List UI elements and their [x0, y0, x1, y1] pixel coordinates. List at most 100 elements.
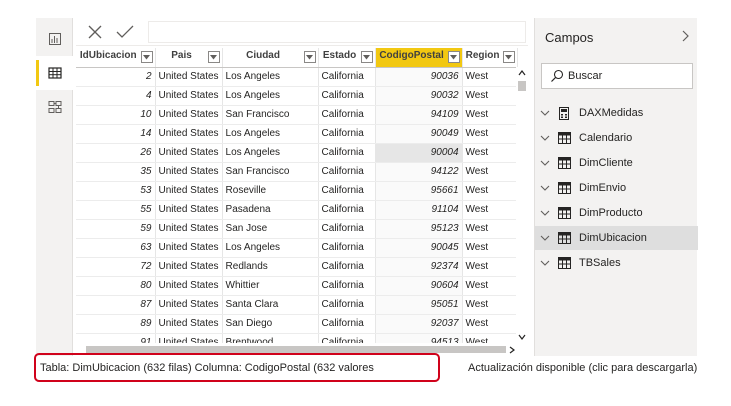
table-cell[interactable]: United States	[155, 238, 223, 258]
table-cell[interactable]: California	[318, 86, 376, 106]
table-cell[interactable]: United States	[155, 276, 223, 296]
table-cell[interactable]: 87	[76, 295, 156, 315]
collapse-fields-button[interactable]	[677, 28, 693, 44]
expand-chevron[interactable]	[538, 260, 552, 266]
table-cell[interactable]: United States	[155, 105, 223, 125]
table-cell[interactable]: California	[318, 314, 376, 334]
scroll-down-icon[interactable]	[518, 333, 526, 341]
table-cell[interactable]: United States	[155, 219, 223, 239]
data-view-button[interactable]	[36, 56, 73, 90]
table-cell[interactable]: Whittier	[222, 276, 319, 296]
table-cell[interactable]: 90036	[375, 67, 463, 87]
table-cell[interactable]: California	[318, 181, 376, 201]
expand-chevron[interactable]	[538, 135, 552, 141]
formula-input[interactable]	[148, 21, 526, 43]
field-item[interactable]: DimEnvio	[535, 176, 698, 200]
table-cell[interactable]: 80	[76, 276, 156, 296]
table-cell[interactable]: United States	[155, 200, 223, 220]
field-item[interactable]: TBSales	[535, 251, 698, 275]
column-header[interactable]: Ciudad	[222, 48, 319, 68]
column-header[interactable]: CodigoPostal	[375, 48, 463, 68]
table-cell[interactable]: United States	[155, 143, 223, 163]
table-cell[interactable]: United States	[155, 257, 223, 277]
table-cell[interactable]: West	[462, 200, 518, 220]
table-cell[interactable]: 90049	[375, 124, 463, 144]
table-cell[interactable]: California	[318, 124, 376, 144]
table-cell[interactable]: 26	[76, 143, 156, 163]
table-cell[interactable]: 53	[76, 181, 156, 201]
table-cell[interactable]: West	[462, 143, 518, 163]
table-cell[interactable]: California	[318, 143, 376, 163]
table-cell[interactable]: California	[318, 200, 376, 220]
table-cell[interactable]: Redlands	[222, 257, 319, 277]
table-cell[interactable]: San Diego	[222, 314, 319, 334]
table-cell[interactable]: Pasadena	[222, 200, 319, 220]
report-view-button[interactable]	[36, 22, 73, 56]
model-view-button[interactable]	[36, 90, 73, 124]
table-cell[interactable]: California	[318, 105, 376, 125]
expand-chevron[interactable]	[538, 210, 552, 216]
table-cell[interactable]: United States	[155, 67, 223, 87]
table-cell[interactable]: 10	[76, 105, 156, 125]
table-cell[interactable]: West	[462, 238, 518, 258]
table-cell[interactable]: San Francisco	[222, 105, 319, 125]
cancel-button[interactable]	[84, 22, 106, 42]
field-item[interactable]: DimUbicacion	[535, 226, 698, 250]
table-cell[interactable]: West	[462, 105, 518, 125]
field-item[interactable]: Calendario	[535, 126, 698, 150]
table-cell[interactable]: United States	[155, 295, 223, 315]
table-cell[interactable]: 94122	[375, 162, 463, 182]
table-cell[interactable]: West	[462, 219, 518, 239]
table-cell[interactable]: 92374	[375, 257, 463, 277]
table-cell[interactable]: Los Angeles	[222, 143, 319, 163]
table-cell[interactable]: California	[318, 67, 376, 87]
table-cell[interactable]: California	[318, 162, 376, 182]
table-cell[interactable]: West	[462, 67, 518, 87]
table-cell[interactable]: Los Angeles	[222, 124, 319, 144]
column-filter-button[interactable]	[207, 51, 220, 63]
table-cell[interactable]: West	[462, 162, 518, 182]
search-input[interactable]	[568, 65, 688, 87]
table-cell[interactable]: Los Angeles	[222, 67, 319, 87]
table-cell[interactable]: 95123	[375, 219, 463, 239]
table-cell[interactable]: 94109	[375, 105, 463, 125]
table-cell[interactable]: 2	[76, 67, 156, 87]
column-filter-button[interactable]	[303, 51, 316, 63]
table-cell[interactable]: Los Angeles	[222, 238, 319, 258]
column-filter-button[interactable]	[502, 51, 515, 63]
table-cell[interactable]: 91104	[375, 200, 463, 220]
column-header[interactable]: Pais	[155, 48, 223, 68]
field-item[interactable]: DAXMedidas	[535, 101, 698, 125]
table-cell[interactable]: United States	[155, 181, 223, 201]
table-cell[interactable]: West	[462, 276, 518, 296]
table-cell[interactable]: West	[462, 86, 518, 106]
table-cell[interactable]: San Francisco	[222, 162, 319, 182]
table-cell[interactable]: California	[318, 238, 376, 258]
table-cell[interactable]: 55	[76, 200, 156, 220]
table-cell[interactable]: 14	[76, 124, 156, 144]
table-cell[interactable]: Santa Clara	[222, 295, 319, 315]
expand-chevron[interactable]	[538, 160, 552, 166]
expand-chevron[interactable]	[538, 110, 552, 116]
column-header[interactable]: Region	[462, 48, 518, 68]
table-cell[interactable]: 95051	[375, 295, 463, 315]
field-item[interactable]: DimProducto	[535, 201, 698, 225]
table-cell[interactable]: West	[462, 295, 518, 315]
table-cell[interactable]: 90045	[375, 238, 463, 258]
table-cell[interactable]: California	[318, 219, 376, 239]
table-cell[interactable]: West	[462, 257, 518, 277]
table-cell[interactable]: California	[318, 295, 376, 315]
table-cell[interactable]: 72	[76, 257, 156, 277]
field-item[interactable]: DimCliente	[535, 151, 698, 175]
table-cell[interactable]: West	[462, 314, 518, 334]
table-cell[interactable]: 63	[76, 238, 156, 258]
table-cell[interactable]: United States	[155, 124, 223, 144]
table-cell[interactable]: San Jose	[222, 219, 319, 239]
table-cell[interactable]: 4	[76, 86, 156, 106]
table-cell[interactable]: 90604	[375, 276, 463, 296]
table-cell[interactable]: Roseville	[222, 181, 319, 201]
table-cell[interactable]: 92037	[375, 314, 463, 334]
table-cell[interactable]: Los Angeles	[222, 86, 319, 106]
vertical-scroll-thumb[interactable]	[518, 81, 526, 91]
update-available-link[interactable]: Actualización disponible (clic para desc…	[468, 362, 697, 374]
